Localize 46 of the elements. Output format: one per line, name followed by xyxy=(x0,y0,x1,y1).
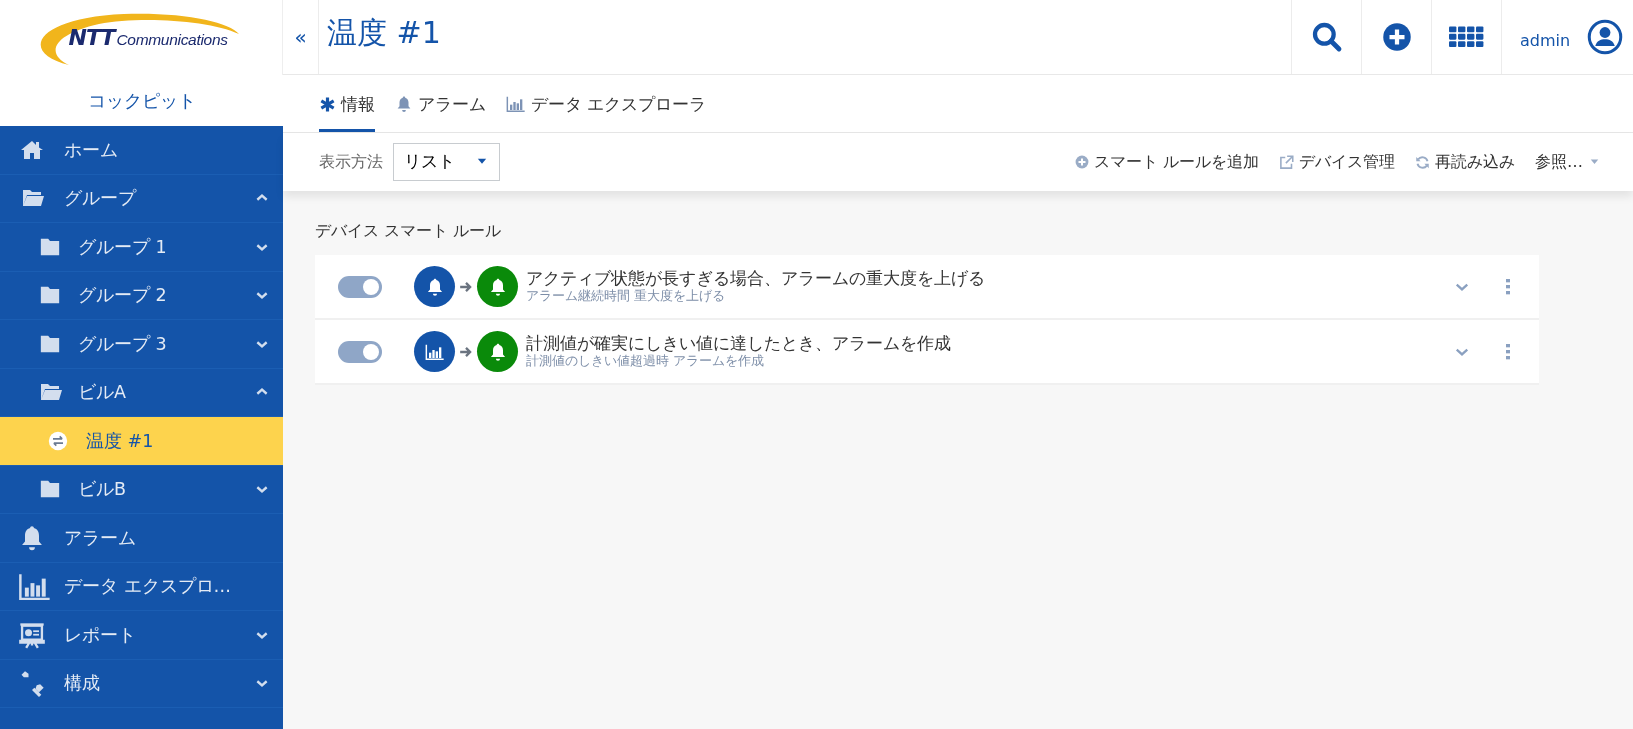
trigger-icon xyxy=(414,266,455,307)
action-icon xyxy=(477,266,518,307)
nav-item[interactable]: 温度 #1 xyxy=(0,417,283,466)
nav-item[interactable]: ホーム xyxy=(0,126,283,175)
rule-description: アラーム継続時間 重大度を上げる xyxy=(526,288,727,304)
refresh-icon xyxy=(1415,154,1430,170)
plus-circle-icon xyxy=(1074,155,1089,169)
rule-toggle[interactable] xyxy=(338,275,382,298)
arrow-right-icon xyxy=(458,344,474,359)
rule-toggle[interactable] xyxy=(338,340,382,363)
rule-title: アクティブ状態が長すぎる場合、アラームの重大度を上げる xyxy=(526,269,986,289)
nav-item[interactable]: 構成 xyxy=(0,659,283,708)
exchange-icon xyxy=(48,430,68,451)
tab[interactable]: データ エクスプローラ xyxy=(506,91,707,132)
section-title: デバイス スマート ルール xyxy=(315,220,503,242)
app-title: コックピット xyxy=(87,89,196,113)
tab[interactable]: アラーム xyxy=(395,91,486,132)
view-label: 表示方法 xyxy=(319,151,383,173)
rule-title: 計測値が確実にしきい値に達したとき、アラームを作成 xyxy=(526,334,952,354)
asterisk-icon xyxy=(319,95,336,113)
rule-description: 計測値のしきい値超過時 アラームを作成 xyxy=(526,353,766,369)
action-icon xyxy=(477,331,518,372)
plus-circle-icon xyxy=(1381,22,1412,52)
bell-icon xyxy=(395,95,413,114)
external-link-icon xyxy=(1279,154,1294,170)
bar-chart-icon xyxy=(506,96,526,113)
user-menu-button[interactable]: admin xyxy=(1501,0,1633,74)
page-title: 温度 #1 xyxy=(326,14,442,52)
vertical-dots-icon xyxy=(1505,343,1511,360)
vertical-dots-icon xyxy=(1505,278,1511,295)
arrow-right-icon xyxy=(458,279,474,294)
more-options-button[interactable] xyxy=(1505,343,1511,360)
nav-item[interactable]: アラーム xyxy=(0,514,283,563)
presentation-icon xyxy=(18,620,46,649)
nav-item[interactable]: データ エクスプロ… xyxy=(0,562,283,611)
nav-item[interactable]: レポート xyxy=(0,611,283,660)
toolbar-link[interactable]: スマート ルールを追加 xyxy=(1074,150,1259,174)
user-avatar-icon xyxy=(1587,19,1623,55)
bar-chart-icon xyxy=(18,572,52,600)
toolbar-link[interactable]: 再読み込み xyxy=(1415,150,1515,174)
search-icon xyxy=(1310,21,1343,53)
trigger-icon xyxy=(414,331,455,372)
view-dropdown[interactable]: リスト xyxy=(393,143,500,181)
toolbar-link[interactable]: 参照… xyxy=(1535,150,1601,174)
more-options-button[interactable] xyxy=(1505,278,1511,295)
toolbar-link[interactable]: デバイス管理 xyxy=(1279,150,1395,174)
